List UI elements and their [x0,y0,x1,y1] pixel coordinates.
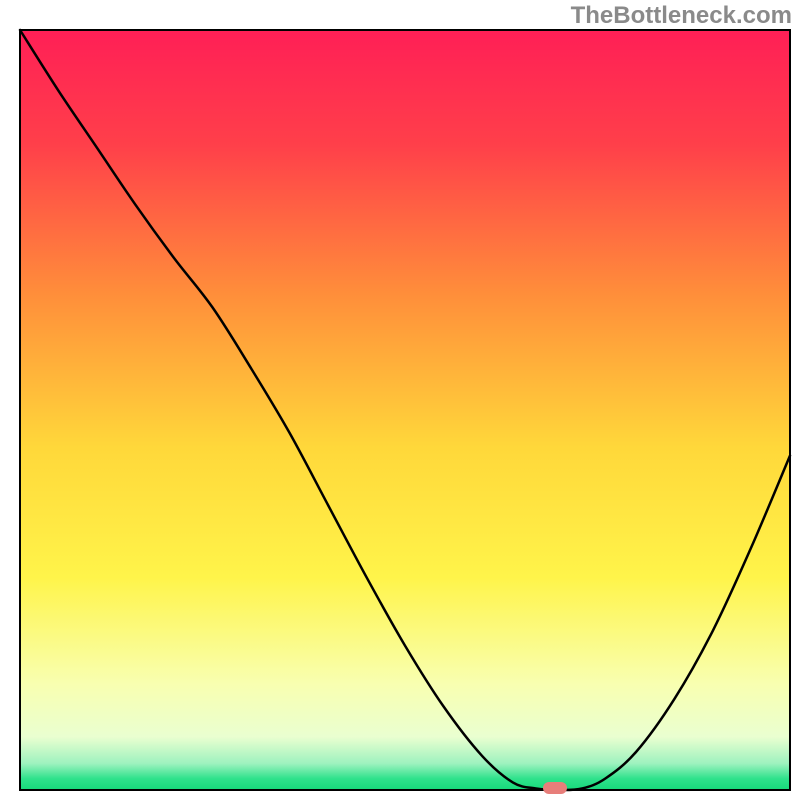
chart-canvas: TheBottleneck.com [0,0,800,800]
chart-svg [0,0,800,800]
optimal-marker [543,782,567,794]
watermark-text: TheBottleneck.com [571,2,792,30]
gradient-background [20,30,790,790]
